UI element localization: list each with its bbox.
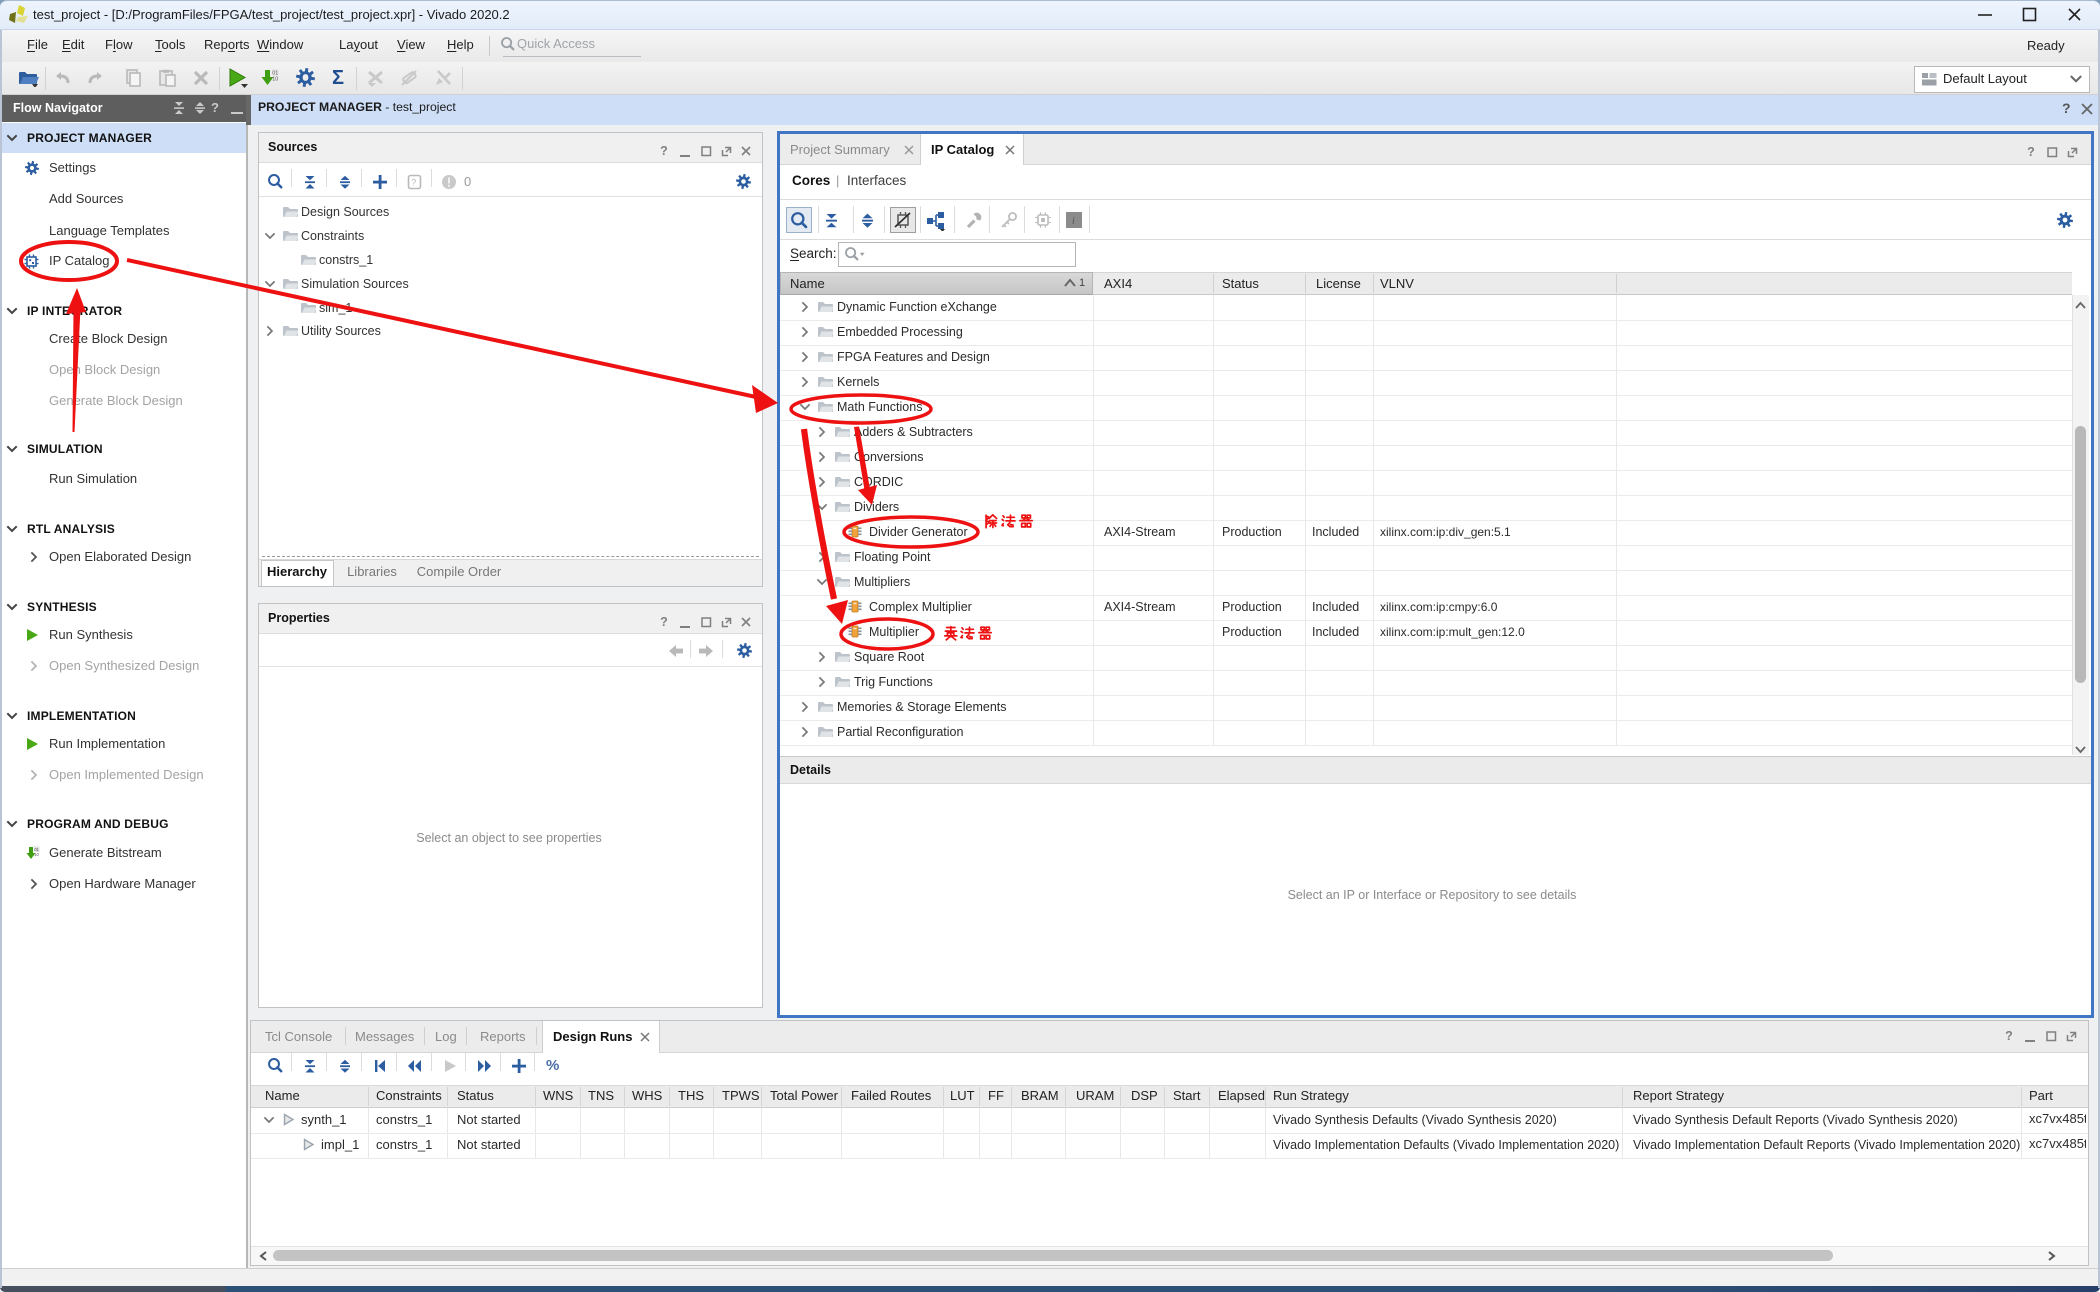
svg-text:10: 10 bbox=[272, 77, 278, 83]
svg-text:?: ? bbox=[411, 178, 416, 188]
svg-text:i: i bbox=[1072, 216, 1075, 227]
svg-text:10: 10 bbox=[34, 852, 39, 857]
svg-text:01: 01 bbox=[272, 70, 278, 76]
